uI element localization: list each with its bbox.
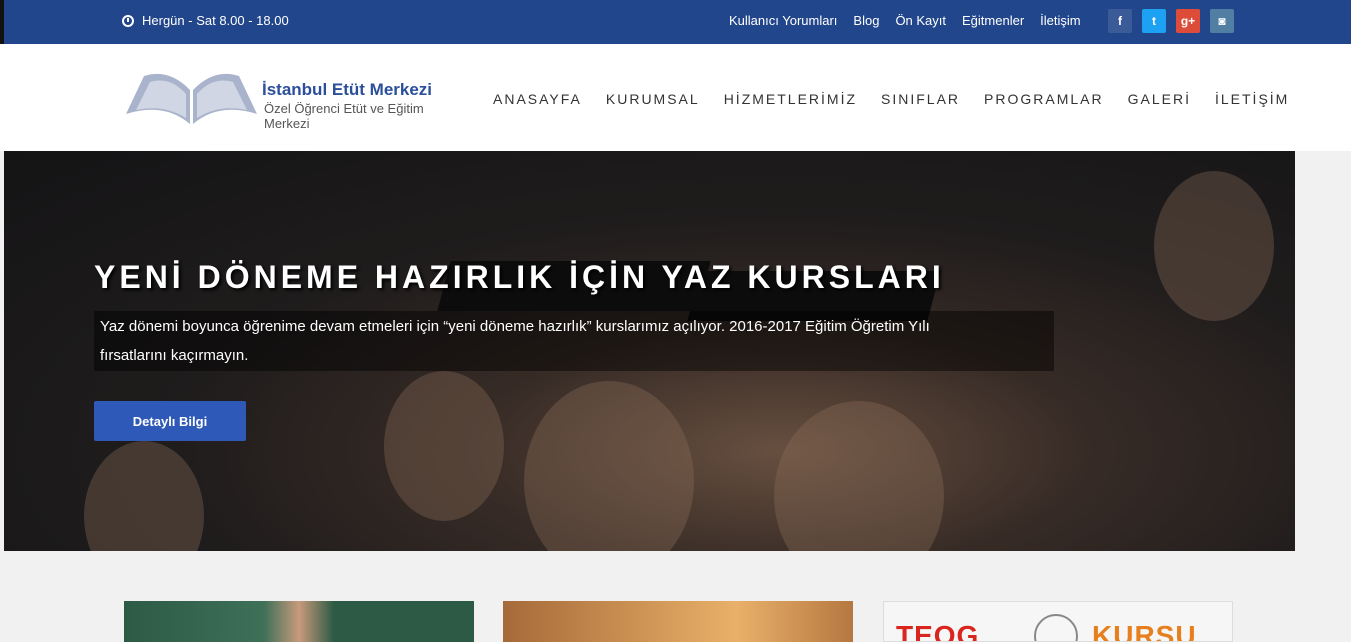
nav-about[interactable]: KURUMSAL (606, 91, 700, 107)
details-button[interactable]: Detaylı Bilgi (94, 401, 246, 441)
hero-slider: YENİ DÖNEME HAZIRLIK İÇİN YAZ KURSLARI Y… (4, 151, 1295, 551)
left-edge (0, 0, 4, 48)
clock-icon (122, 14, 134, 27)
instagram-icon[interactable]: ◙ (1210, 9, 1234, 33)
facebook-icon[interactable]: f (1108, 9, 1132, 33)
social-links: f t g+ ◙ (1108, 9, 1234, 33)
open-book-icon (126, 73, 257, 124)
hero-description-line: Yaz dönemi boyunca öğrenime devam etmele… (100, 318, 930, 335)
card-teog[interactable]: TEOG KURSU (883, 601, 1233, 642)
hero-title: YENİ DÖNEME HAZIRLIK İÇİN YAZ KURSLARI (94, 259, 945, 295)
card-teog-subtitle: KURSU (1092, 620, 1197, 642)
top-links: Kullanıcı Yorumları Blog Ön Kayıt Eğitme… (729, 13, 1081, 28)
opening-hours: Hergün - Sat 8.00 - 18.00 (122, 13, 289, 28)
logo-title: İstanbul Etüt Merkezi (262, 80, 433, 99)
nav-home[interactable]: ANASAYFA (493, 91, 582, 107)
twitter-icon[interactable]: t (1142, 9, 1166, 33)
top-link-contact[interactable]: İletişim (1040, 13, 1080, 28)
top-link-instructors[interactable]: Eğitmenler (962, 13, 1024, 28)
card-classroom[interactable] (503, 601, 853, 642)
hero-description: Yaz dönemi boyunca öğrenime devam etmele… (94, 311, 1054, 371)
feature-cards: TEOG KURSU (0, 551, 1351, 642)
main-nav: ANASAYFA KURUMSAL HİZMETLERİMİZ SINIFLAR… (493, 91, 1289, 107)
logo-subtitle: Özel Öğrenci Etüt ve Eğitim Merkezi (264, 101, 424, 131)
top-link-testimonials[interactable]: Kullanıcı Yorumları (729, 13, 837, 28)
ministry-seal-icon (1034, 614, 1078, 641)
top-link-preregistration[interactable]: Ön Kayıt (895, 13, 946, 28)
card-teog-title: TEOG (896, 620, 980, 642)
opening-hours-text: Hergün - Sat 8.00 - 18.00 (142, 13, 289, 28)
nav-contact[interactable]: İLETİŞİM (1215, 91, 1289, 107)
site-header: İstanbul Etüt Merkezi Özel Öğrenci Etüt … (0, 44, 1351, 151)
nav-gallery[interactable]: GALERİ (1128, 91, 1191, 107)
nav-programs[interactable]: PROGRAMLAR (984, 91, 1104, 107)
nav-classes[interactable]: SINIFLAR (881, 91, 960, 107)
site-logo[interactable]: İstanbul Etüt Merkezi Özel Öğrenci Etüt … (124, 66, 469, 131)
googleplus-icon[interactable]: g+ (1176, 9, 1200, 33)
nav-services[interactable]: HİZMETLERİMİZ (724, 91, 857, 107)
top-link-blog[interactable]: Blog (853, 13, 879, 28)
top-bar: Hergün - Sat 8.00 - 18.00 Kullanıcı Yoru… (0, 0, 1351, 48)
hero-description-line: fırsatlarını kaçırmayın. (100, 347, 249, 364)
card-teacher[interactable] (124, 601, 474, 642)
